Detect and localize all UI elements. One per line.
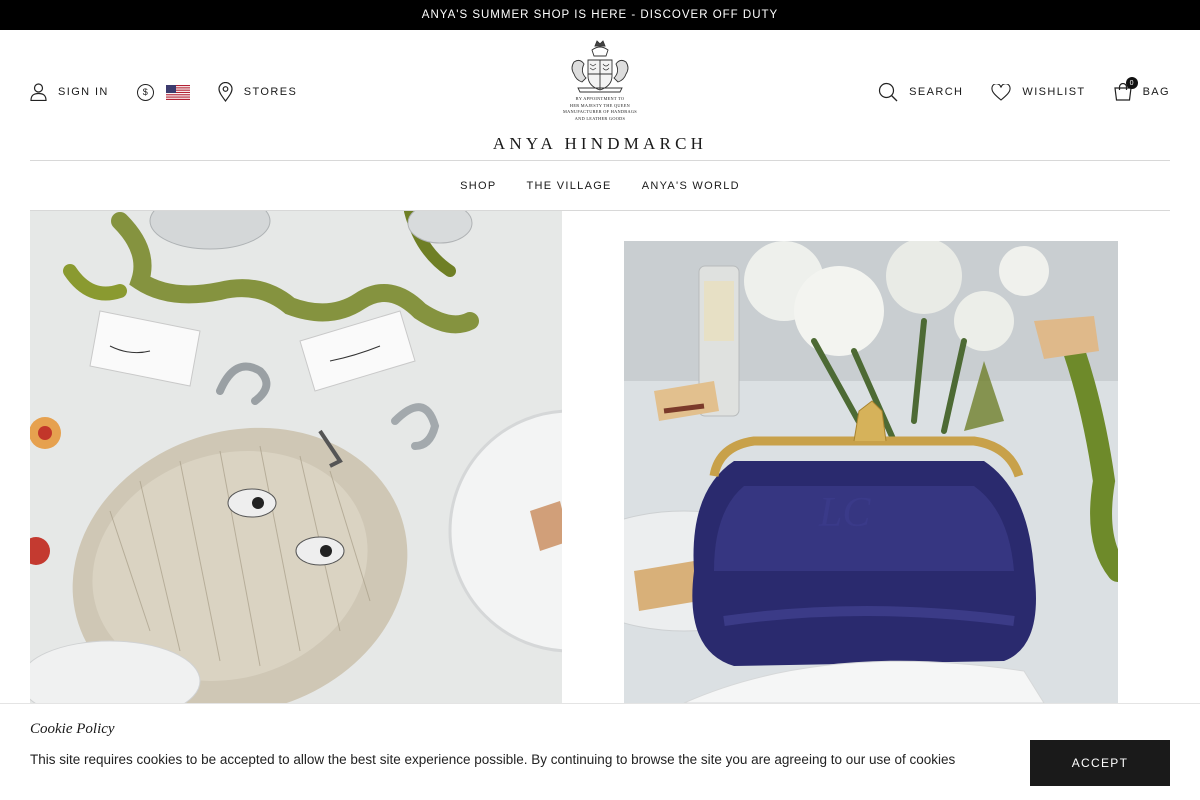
search-icon [879,82,898,102]
bag-label: BAG [1142,86,1170,98]
search-label: SEARCH [909,86,964,98]
stores-link[interactable]: STORES [218,82,297,102]
heart-icon [991,83,1011,101]
dollar-icon: $ [136,83,154,101]
wishlist-label: WISHLIST [1022,86,1086,98]
nav-item-anyas-world[interactable]: ANYA'S WORLD [627,180,755,192]
navy-clutch-table-scene: LC [624,241,1118,703]
crest-caption: BY APPOINTMENT TO HER MAJESTY THE QUEEN … [548,96,652,122]
announcement-text[interactable]: ANYA'S SUMMER SHOP IS HERE - DISCOVER OF… [422,9,778,21]
main-navigation: SHOP THE VILLAGE ANYA'S WORLD [0,161,1200,210]
hero-image-beaded-clutch[interactable] [30,211,562,703]
svg-text:LC: LC [818,490,871,536]
user-icon [30,83,47,101]
hero-image-velvet-frame-clutch[interactable]: LC [624,241,1118,703]
nav-item-shop[interactable]: SHOP [445,180,511,192]
cookie-title: Cookie Policy [30,721,115,737]
nav-item-the-village[interactable]: THE VILLAGE [511,180,626,192]
bag-icon-wrap: 0 [1113,77,1138,101]
sign-in-link[interactable]: SIGN IN [30,83,109,101]
announcement-bar[interactable]: ANYA'S SUMMER SHOP IS HERE - DISCOVER OF… [0,0,1200,30]
location-pin-icon [218,82,233,102]
stores-label: STORES [243,86,298,98]
bag-link[interactable]: 0 BAG [1113,77,1170,101]
site-header: SIGN IN $ STORES BY APPOINTMENT TO HER M… [0,30,1200,160]
crest-line: AND LEATHER GOODS [574,115,626,121]
crest-line: MANUFACTURER OF HANDBAGS [563,109,637,114]
cookie-banner: Cookie Policy This site requires cookies… [0,703,1200,800]
beaded-clutch-table-scene [30,211,562,703]
header-utilities-left: SIGN IN $ STORES [30,82,297,102]
wishlist-link[interactable]: WISHLIST [991,83,1086,101]
us-flag-icon [165,84,190,100]
search-button[interactable]: SEARCH [878,82,963,102]
accept-cookies-button[interactable]: ACCEPT [1030,740,1170,786]
currency-selector[interactable]: $ [136,83,190,101]
brand-logo[interactable]: ANYA HINDMARCH [0,134,1200,154]
header-utilities-right: SEARCH WISHLIST 0 BAG [878,77,1170,102]
sign-in-label: SIGN IN [58,86,109,98]
cookie-text: This site requires cookies to be accepte… [30,752,956,767]
bag-count-badge: 0 [1125,77,1138,89]
